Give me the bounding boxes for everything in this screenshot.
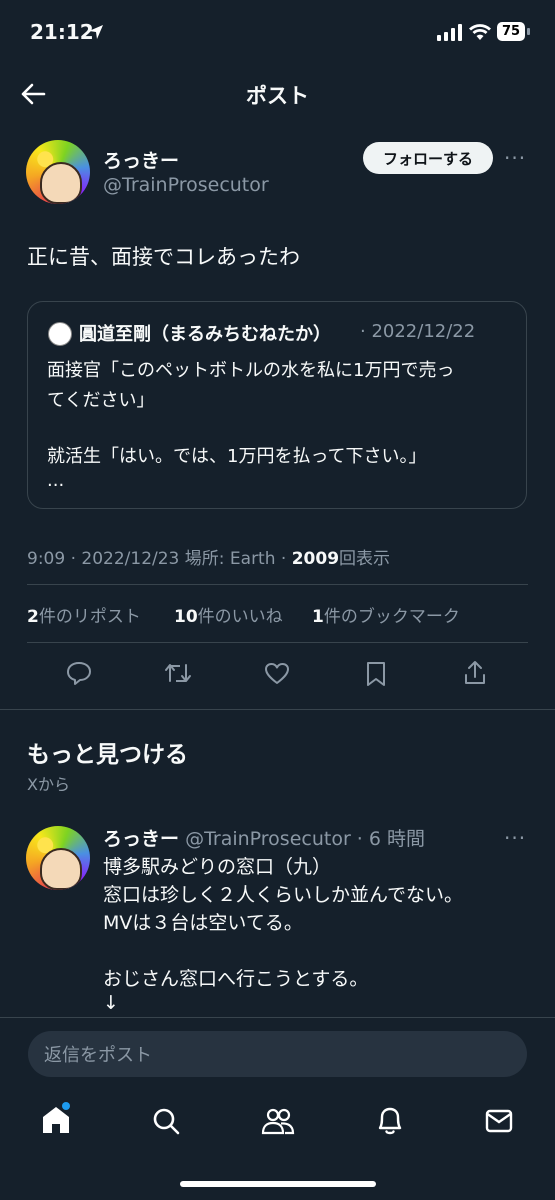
reply-input[interactable]: 返信をポスト	[28, 1031, 527, 1077]
wifi-icon	[469, 23, 491, 41]
like-heart-icon[interactable]	[264, 662, 290, 685]
reply-icon[interactable]	[66, 661, 92, 685]
tweet-handle-time: @TrainProsecutor · 6 時間	[185, 828, 426, 850]
bottom-divider	[0, 1017, 555, 1018]
divider	[27, 584, 528, 585]
repost-count: 2	[27, 607, 39, 627]
messages-envelope-icon[interactable]	[485, 1109, 513, 1133]
bookmark-count: 1	[312, 607, 324, 627]
notifications-bell-icon[interactable]	[376, 1106, 404, 1136]
stat-reposts[interactable]: 2件のリポスト	[27, 602, 141, 627]
home-notification-dot	[62, 1102, 70, 1110]
repost-icon[interactable]	[164, 661, 192, 685]
like-count: 10	[174, 607, 198, 627]
share-icon[interactable]	[464, 660, 486, 686]
tweet-line: 博多駅みどりの窓口（九）	[103, 856, 332, 878]
cellular-signal-icon	[437, 24, 463, 41]
discover-subtitle: Xから	[27, 775, 70, 794]
tweet-line: おじさん窓口へ行こうとする。	[103, 968, 369, 990]
discover-title: もっと見つける	[27, 742, 188, 768]
page-title: ポスト	[246, 84, 309, 108]
tweet-header[interactable]: ろっきー @TrainProsecutor · 6 時間	[103, 824, 425, 851]
follow-button[interactable]: フォローする	[363, 142, 493, 174]
search-icon[interactable]	[152, 1107, 180, 1135]
divider	[27, 642, 528, 643]
quote-line: 面接官「このペットボトルの水を私に1万円で売っ	[47, 360, 455, 381]
battery-indicator: 75	[497, 22, 525, 41]
view-count: 2009	[291, 549, 340, 569]
post-timestamp-location: 9:09 · 2022/12/23 場所: Earth ·	[27, 549, 292, 569]
avatar[interactable]	[26, 140, 90, 204]
view-label: 回表示	[339, 549, 391, 569]
tweet-author-name: ろっきー	[103, 828, 180, 850]
quote-author-name: 圓道至剛（まるみちむねたか）	[79, 324, 331, 345]
status-bar: 21:12 75	[0, 0, 555, 66]
author-display-name[interactable]: ろっきー	[103, 146, 179, 173]
bookmark-label: 件のブックマーク	[323, 607, 460, 627]
status-time: 21:12	[30, 20, 94, 44]
stat-bookmarks[interactable]: 1件のブックマーク	[312, 602, 460, 627]
communities-icon[interactable]	[261, 1107, 295, 1135]
tweet-line: MVは３台は空いてる。	[103, 912, 303, 934]
more-options-icon[interactable]: ···	[504, 146, 526, 170]
tweet-more-options-icon[interactable]: ···	[504, 826, 526, 850]
section-divider	[0, 709, 555, 710]
quote-line: 就活生「はい。では、1万円を払って下さい。」	[47, 446, 427, 467]
post-text: 正に昔、面接でコレあったわ	[27, 245, 300, 269]
quote-avatar	[48, 322, 72, 346]
bookmark-icon[interactable]	[366, 661, 386, 687]
tweet-avatar[interactable]	[26, 826, 90, 890]
tweet-line: ↓	[103, 992, 119, 1014]
home-indicator	[180, 1181, 376, 1187]
battery-cap	[527, 28, 530, 35]
quoted-post[interactable]: 圓道至剛（まるみちむねたか） · 2022/12/22 面接官「このペットボトル…	[27, 301, 527, 509]
author-handle[interactable]: @TrainProsecutor	[103, 174, 269, 196]
repost-label: 件のリポスト	[38, 607, 141, 627]
tweet-line: 窓口は珍しく２人くらいしか並んでない。	[103, 884, 464, 906]
post-meta: 9:09 · 2022/12/23 場所: Earth · 2009回表示	[27, 544, 390, 569]
location-arrow-icon	[88, 24, 104, 40]
quote-date: · 2022/12/22	[360, 321, 476, 342]
quote-line: てください」	[47, 390, 155, 411]
like-label: 件のいいね	[197, 607, 283, 627]
stat-likes[interactable]: 10件のいいね	[174, 602, 283, 627]
quote-line: ...	[47, 470, 65, 491]
